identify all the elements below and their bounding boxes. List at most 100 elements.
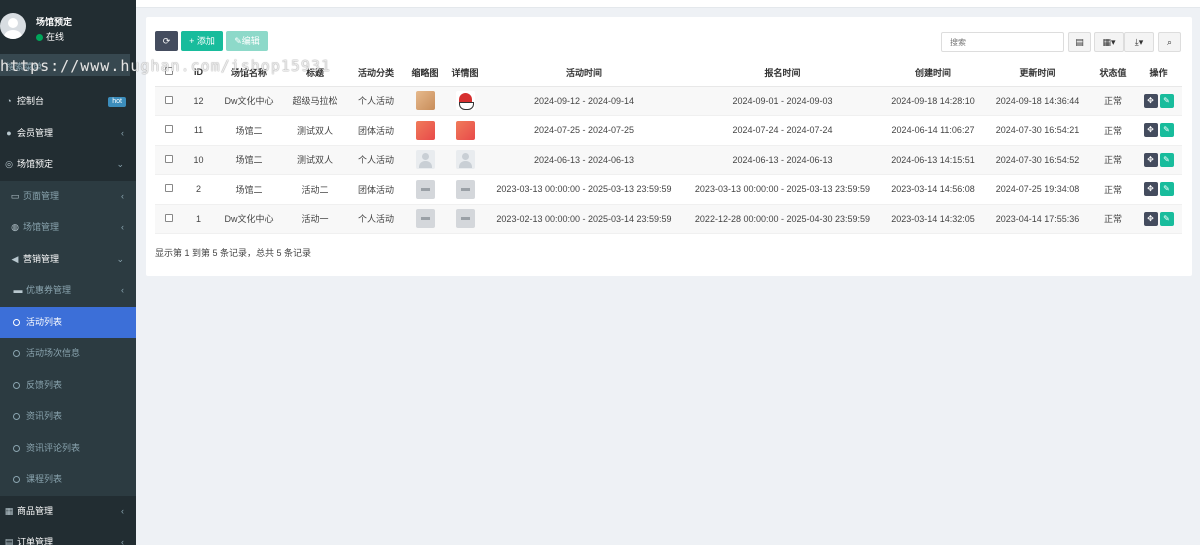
row-checkbox[interactable] [164, 213, 173, 222]
column-header[interactable]: 缩略图 [405, 59, 445, 87]
search-input[interactable] [941, 32, 1064, 52]
online-dot-icon [36, 34, 43, 41]
dashboard-icon: ◔ [6, 96, 12, 106]
order-icon: ▤ [4, 537, 14, 545]
row-edit-button[interactable]: ✎ [1159, 93, 1174, 108]
sidebar-item-feedback[interactable]: 反馈列表 [0, 369, 136, 401]
column-header[interactable]: 更新时间 [984, 59, 1091, 87]
cell-status[interactable]: 正常 [1091, 174, 1135, 205]
select-all-checkbox[interactable] [164, 67, 173, 76]
pencil-icon: ✎ [1163, 213, 1170, 223]
sidebar-item-dashboard[interactable]: ◔ 控制台 hot [0, 86, 136, 118]
page-icon: ▭ [10, 190, 20, 201]
cell-title: 超级马拉松 [283, 86, 347, 116]
cell-status[interactable]: 正常 [1091, 86, 1135, 116]
row-checkbox[interactable] [164, 95, 173, 104]
column-header[interactable]: 标题 [283, 59, 347, 87]
cell-status[interactable]: 正常 [1091, 145, 1135, 175]
sidebar-item-coupons[interactable]: ▬ 优惠券管理 ‹ [0, 275, 136, 307]
column-header[interactable]: 报名时间 [683, 59, 882, 87]
column-header[interactable]: 活动分类 [347, 59, 405, 87]
sidebar: 场馆预定 在线 搜索菜单 ◔ 控制台 hot ● 会员管理 ‹ ◎ 场馆预定 ⌄ ▭ 页面管理… [0, 0, 136, 545]
drag-sort-button[interactable]: ✥ [1143, 93, 1158, 108]
row-checkbox[interactable] [164, 154, 173, 163]
column-header: 操作 [1135, 59, 1182, 87]
table-row[interactable]: 2 场馆二 活动二 团体活动 2023-03-13 00:00:00 - 202… [155, 174, 1182, 205]
table-row[interactable]: 10 场馆二 测试双人 个人活动 2024-06-13 - 2024-06-13… [155, 145, 1182, 175]
column-header[interactable]: 详情图 [445, 59, 485, 87]
cell-category[interactable]: 个人活动 [347, 145, 405, 175]
table-row[interactable]: 1 Dw文化中心 活动一 个人活动 2023-02-13 00:00:00 - … [155, 204, 1182, 234]
detail-image[interactable] [455, 150, 475, 170]
drag-sort-button[interactable]: ✥ [1143, 211, 1158, 226]
row-edit-button[interactable]: ✎ [1159, 211, 1174, 226]
cell-category[interactable]: 个人活动 [347, 86, 405, 116]
detail-image[interactable] [455, 209, 475, 229]
sidebar-item-members[interactable]: ● 会员管理 ‹ [0, 118, 136, 150]
row-edit-button[interactable]: ✎ [1159, 152, 1174, 167]
sidebar-item-pages[interactable]: ▭ 页面管理 ‹ [0, 180, 136, 212]
user-status: 在线 [36, 30, 64, 43]
sidebar-item-venues[interactable]: ◍ 场馆管理 ‹ [0, 212, 136, 244]
column-header[interactable]: 场馆名称 [215, 59, 283, 87]
hot-badge: hot [108, 97, 126, 107]
detail-image[interactable] [455, 91, 475, 111]
cell-category[interactable]: 团体活动 [347, 115, 405, 146]
sidebar-item-activity-sessions[interactable]: 活动场次信息 [0, 338, 136, 370]
thumbnail-image[interactable] [415, 120, 435, 140]
cell-created: 2023-03-14 14:56:08 [882, 174, 984, 205]
detail-image[interactable] [455, 179, 475, 199]
sidebar-item-goods[interactable]: ▦ 商品管理 ‹ [0, 496, 136, 528]
column-header[interactable]: ID [182, 59, 215, 87]
drag-sort-button[interactable]: ✥ [1143, 152, 1158, 167]
row-edit-button[interactable]: ✎ [1159, 123, 1174, 138]
advanced-search-button[interactable]: ⌕ [1158, 32, 1181, 52]
thumbnail-image[interactable] [415, 179, 435, 199]
sidebar-item-label: 场馆管理 [23, 222, 60, 232]
columns-button[interactable]: ▦▾ [1094, 32, 1124, 52]
thumbnail-image[interactable] [415, 150, 435, 170]
cell-status[interactable]: 正常 [1091, 115, 1135, 146]
column-header[interactable]: 活动时间 [485, 59, 683, 87]
sidebar-search-input[interactable]: 搜索菜单 [0, 54, 130, 76]
drag-sort-button[interactable]: ✥ [1143, 182, 1158, 197]
avatar[interactable] [0, 13, 26, 39]
row-edit-button[interactable]: ✎ [1159, 182, 1174, 197]
column-header[interactable]: 状态值 [1091, 59, 1135, 87]
cell-category[interactable]: 团体活动 [347, 174, 405, 205]
sidebar-item-news-comments[interactable]: 资讯评论列表 [0, 432, 136, 464]
sidebar-item-orders[interactable]: ▤ 订单管理 ‹ [0, 527, 136, 545]
sidebar-item-marketing[interactable]: ◀ 营销管理 ⌄ [0, 243, 136, 275]
table-header-row: ID 场馆名称 标题 活动分类 缩略图 详情图 活动时间 报名时间 创建时间 更… [155, 59, 1182, 87]
row-checkbox[interactable] [164, 125, 173, 134]
table-row[interactable]: 11 场馆二 测试双人 团体活动 2024-07-25 - 2024-07-25… [155, 115, 1182, 146]
thumbnail-image[interactable] [415, 91, 435, 111]
detail-image[interactable] [455, 120, 475, 140]
edit-button[interactable]: ✎编辑 [226, 31, 268, 51]
toggle-view-button[interactable]: ▤ [1068, 32, 1091, 52]
add-button[interactable]: + 添加 [181, 31, 223, 51]
cell-id: 10 [182, 145, 215, 175]
refresh-icon: ⟳ [162, 36, 171, 46]
refresh-button[interactable]: ⟳ [155, 31, 178, 51]
chevron-left-icon: ‹ [121, 285, 124, 295]
cell-created: 2023-03-14 14:32:05 [882, 204, 984, 234]
sidebar-item-venue-booking[interactable]: ◎ 场馆预定 ⌄ [0, 149, 136, 181]
sidebar-item-news[interactable]: 资讯列表 [0, 401, 136, 433]
table-row[interactable]: 12 Dw文化中心 超级马拉松 个人活动 2024-09-12 - 2024-0… [155, 86, 1182, 116]
header-checkbox[interactable] [155, 59, 182, 87]
sidebar-item-label: 控制台 [17, 96, 45, 106]
cell-category[interactable]: 个人活动 [347, 204, 405, 234]
sidebar-item-label: 场馆预定 [17, 159, 54, 169]
drag-sort-button[interactable]: ✥ [1143, 123, 1158, 138]
sidebar-item-activity-list[interactable]: 活动列表 [0, 306, 136, 338]
row-checkbox[interactable] [164, 184, 173, 193]
export-button[interactable]: ⤓▾ [1124, 32, 1154, 52]
column-header[interactable]: 创建时间 [882, 59, 984, 87]
caret-down-icon: ▾ [1138, 37, 1144, 47]
move-icon: ✥ [1147, 154, 1154, 164]
cell-created: 2024-09-18 14:28:10 [882, 86, 984, 116]
cell-status[interactable]: 正常 [1091, 204, 1135, 234]
thumbnail-image[interactable] [415, 209, 435, 229]
sidebar-item-courses[interactable]: 课程列表 [0, 464, 136, 496]
